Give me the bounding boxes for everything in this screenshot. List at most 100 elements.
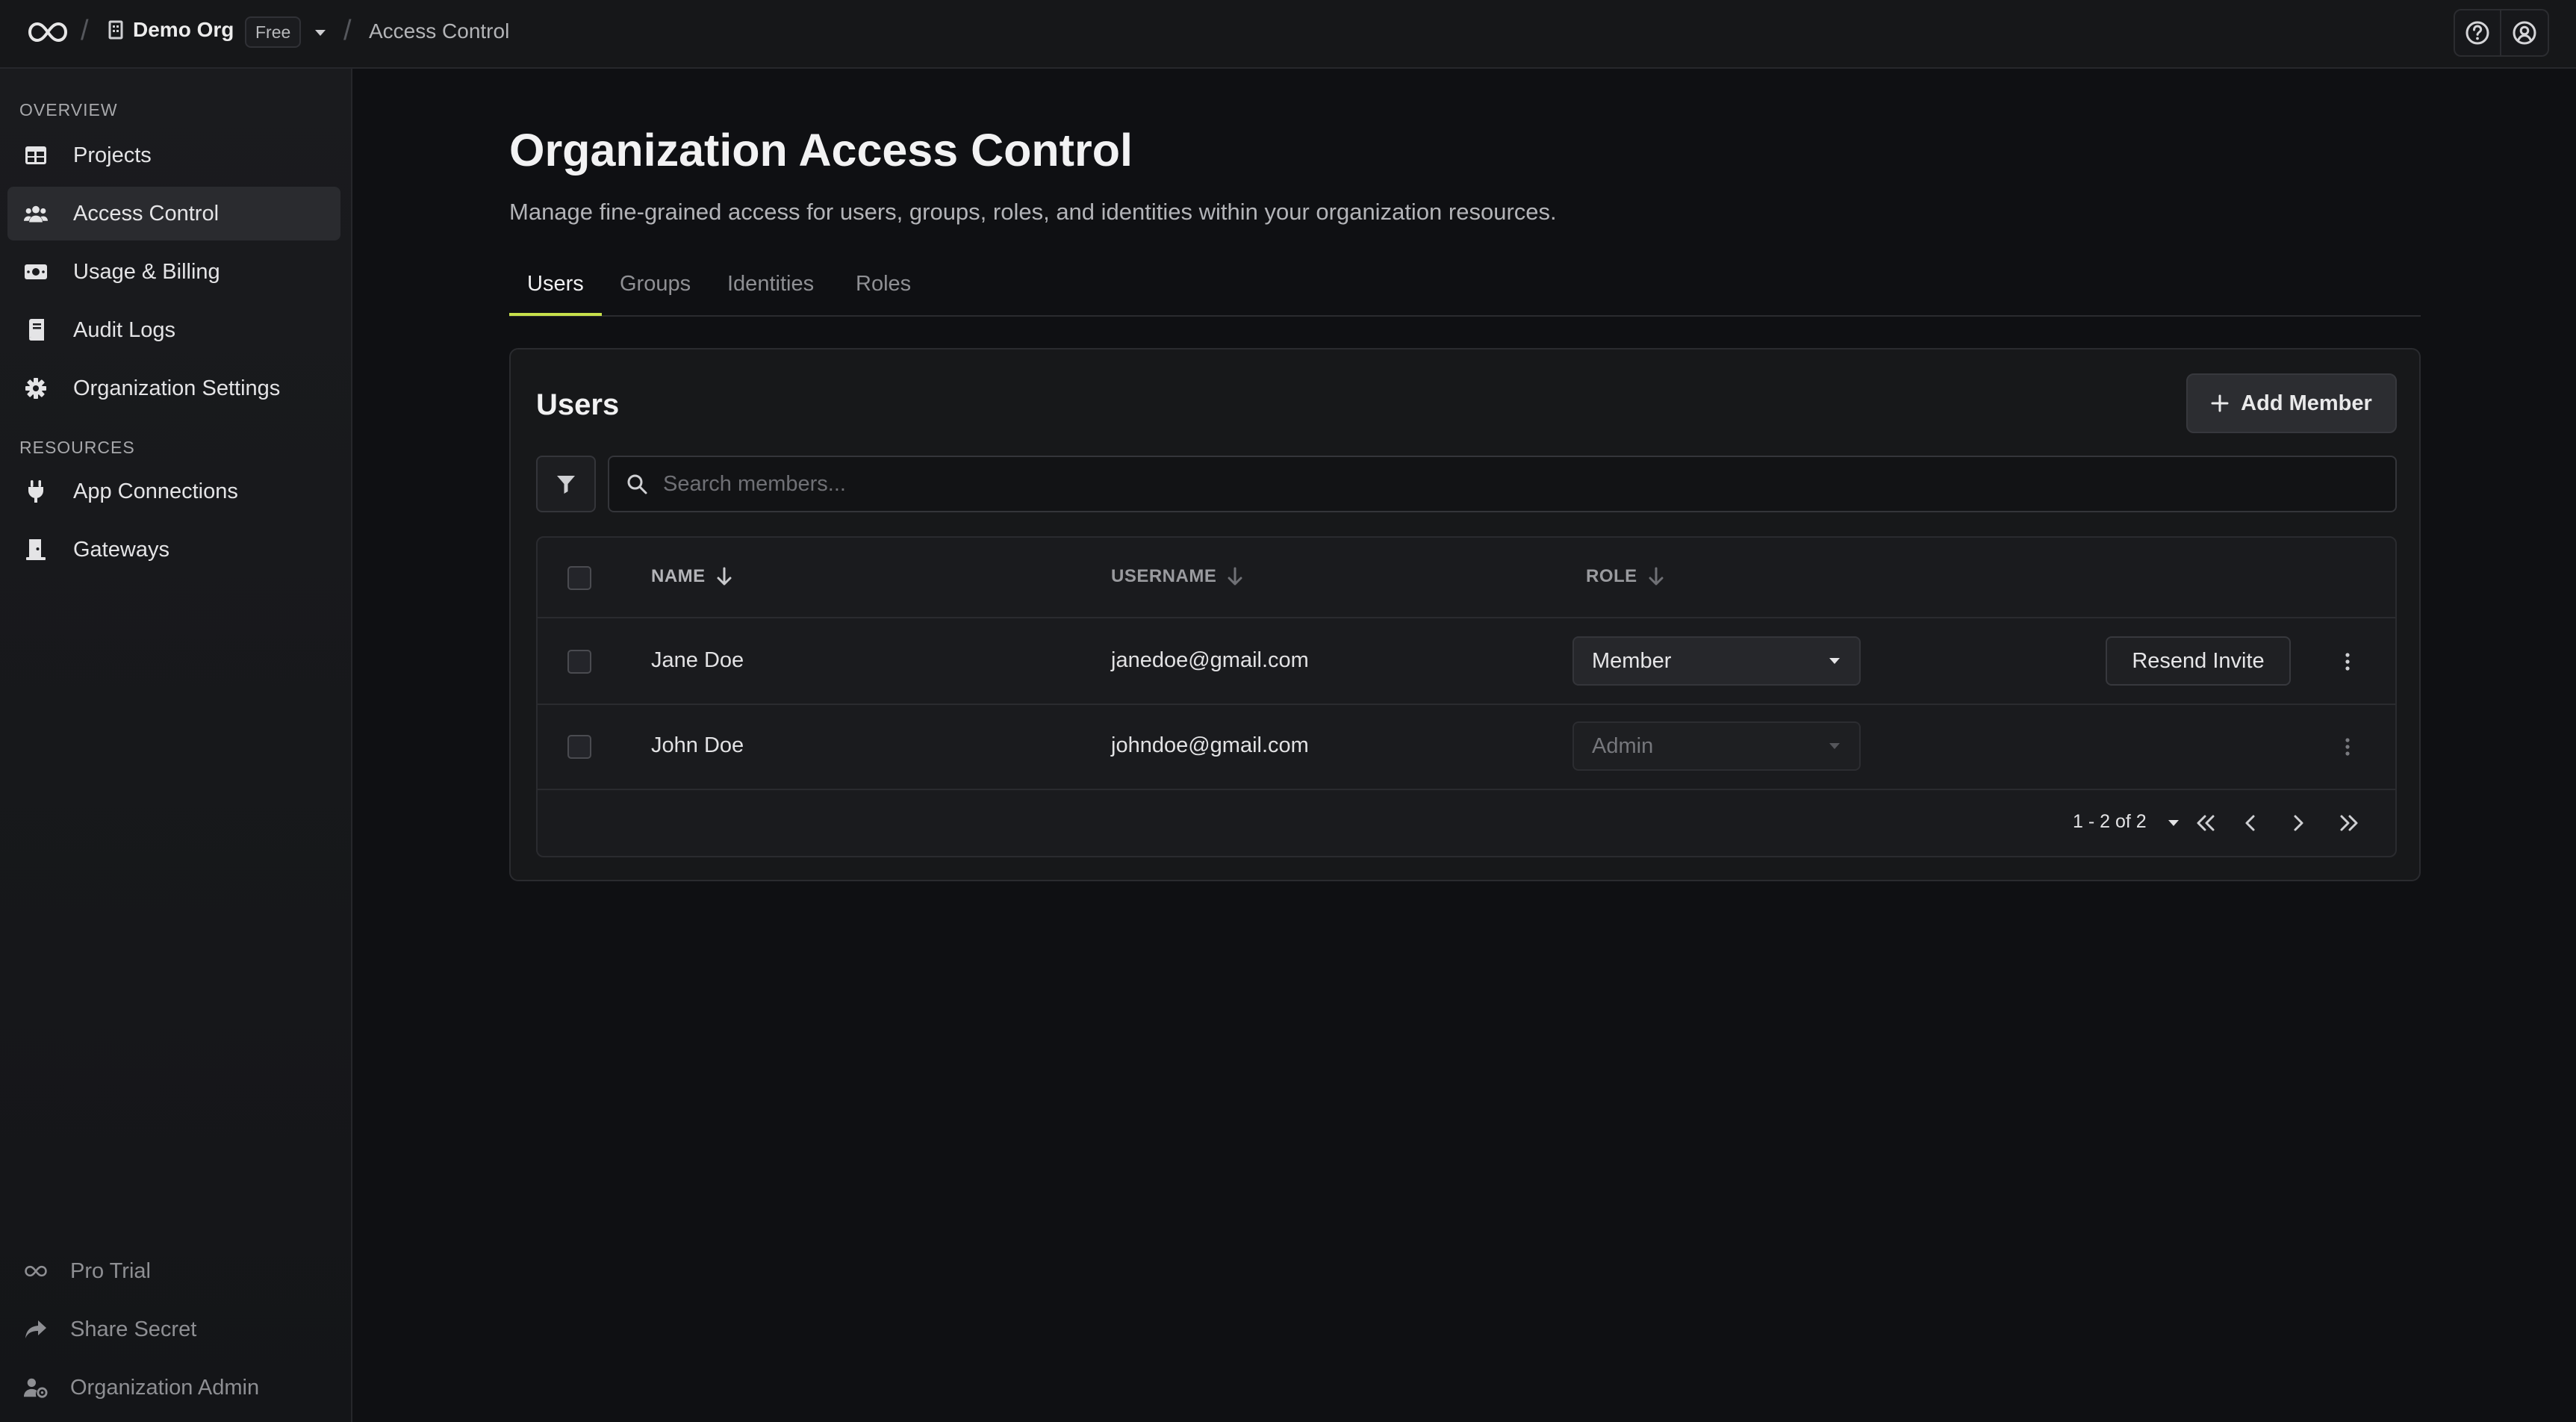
sidebar-item-label: Pro Trial bbox=[70, 1258, 151, 1283]
name-column-label: NAME bbox=[651, 566, 706, 586]
table-header: NAME USERNAME ROLE bbox=[538, 538, 2395, 618]
role-column-label: ROLE bbox=[1586, 566, 1637, 586]
sidebar-section-resources: RESOURCES bbox=[19, 438, 135, 457]
tab-roles[interactable]: Roles bbox=[856, 272, 911, 296]
last-page-icon[interactable] bbox=[2331, 805, 2367, 841]
user-name: John Doe bbox=[651, 733, 744, 757]
sidebar: OVERVIEW Projects Access Control Usage &… bbox=[0, 69, 352, 1422]
row-checkbox[interactable] bbox=[567, 650, 591, 674]
username-column-label: USERNAME bbox=[1111, 566, 1217, 586]
resend-invite-button[interactable]: Resend Invite bbox=[2106, 636, 2291, 686]
users-table: NAME USERNAME ROLE Jane Doe janedoe@gmai… bbox=[536, 536, 2397, 857]
tab-bar: Users Groups Identities Roles bbox=[509, 264, 2421, 317]
table-row[interactable]: John Doe johndoe@gmail.com Admin bbox=[538, 705, 2395, 790]
users-icon bbox=[24, 202, 48, 226]
search-input[interactable] bbox=[663, 471, 2306, 497]
user-username: johndoe@gmail.com bbox=[1111, 733, 1309, 757]
sidebar-item-label: Share Secret bbox=[70, 1317, 197, 1341]
caret-down-icon[interactable] bbox=[314, 28, 327, 37]
sort-arrow-down-icon bbox=[716, 567, 732, 586]
book-icon bbox=[24, 318, 48, 342]
search-icon bbox=[626, 473, 648, 495]
user-username: janedoe@gmail.com bbox=[1111, 648, 1309, 672]
sidebar-item-pro-trial[interactable]: Pro Trial bbox=[7, 1244, 340, 1298]
page-subtitle: Manage fine-grained access for users, gr… bbox=[509, 199, 1557, 225]
sidebar-item-label: Audit Logs bbox=[73, 317, 176, 342]
name-column-header[interactable]: NAME bbox=[651, 566, 732, 587]
sidebar-item-label: Gateways bbox=[73, 537, 169, 562]
role-select-value: Admin bbox=[1592, 733, 1654, 758]
role-column-header[interactable]: ROLE bbox=[1586, 566, 1664, 587]
gear-icon bbox=[24, 376, 48, 400]
tab-groups[interactable]: Groups bbox=[620, 272, 691, 296]
first-page-icon[interactable] bbox=[2188, 805, 2224, 841]
breadcrumb-current-page[interactable]: Access Control bbox=[369, 19, 509, 43]
infinity-logo-icon[interactable] bbox=[27, 21, 69, 43]
add-member-button[interactable]: Add Member bbox=[2186, 373, 2397, 433]
filter-button[interactable] bbox=[536, 456, 596, 512]
caret-down-icon bbox=[1828, 742, 1841, 751]
add-member-label: Add Member bbox=[2241, 391, 2372, 415]
sidebar-item-label: Organization Admin bbox=[70, 1375, 260, 1400]
top-bar: / Demo Org Free / Access Control bbox=[0, 0, 2576, 69]
sidebar-item-share-secret[interactable]: Share Secret bbox=[7, 1303, 340, 1356]
page-title: Organization Access Control bbox=[509, 125, 1133, 176]
share-icon bbox=[24, 1317, 48, 1341]
table-row[interactable]: Jane Doe janedoe@gmail.com Member Resend… bbox=[538, 620, 2395, 705]
breadcrumb-separator: / bbox=[343, 15, 352, 46]
role-select-value: Member bbox=[1592, 648, 1672, 673]
building-icon bbox=[108, 20, 124, 40]
role-select[interactable]: Member bbox=[1572, 636, 1861, 686]
sidebar-item-audit-logs[interactable]: Audit Logs bbox=[7, 303, 340, 357]
sidebar-item-usage-billing[interactable]: Usage & Billing bbox=[7, 245, 340, 299]
money-icon bbox=[24, 260, 48, 284]
sidebar-item-label: Usage & Billing bbox=[73, 259, 220, 284]
plan-badge: Free bbox=[245, 16, 302, 48]
plug-icon bbox=[24, 479, 48, 503]
org-switcher[interactable]: Demo Org bbox=[108, 18, 234, 42]
user-circle-icon bbox=[2512, 20, 2537, 46]
caret-down-icon bbox=[1828, 656, 1841, 665]
sidebar-item-label: Organization Settings bbox=[73, 376, 281, 400]
sidebar-section-overview: OVERVIEW bbox=[19, 100, 118, 119]
sidebar-item-gateways[interactable]: Gateways bbox=[7, 523, 340, 577]
select-all-checkbox[interactable] bbox=[567, 566, 591, 590]
row-checkbox[interactable] bbox=[567, 735, 591, 759]
pagination-range[interactable]: 1 - 2 of 2 bbox=[2073, 811, 2147, 833]
table-icon bbox=[24, 143, 48, 167]
sort-arrow-down-icon bbox=[1648, 567, 1664, 586]
previous-page-icon[interactable] bbox=[2233, 805, 2268, 841]
user-name: Jane Doe bbox=[651, 648, 744, 672]
filter-icon bbox=[556, 474, 576, 494]
sidebar-item-app-connections[interactable]: App Connections bbox=[7, 465, 340, 518]
card-title: Users bbox=[536, 388, 620, 421]
tab-users[interactable]: Users bbox=[527, 272, 584, 296]
infinity-icon bbox=[24, 1259, 48, 1283]
breadcrumb-separator: / bbox=[81, 15, 89, 46]
username-column-header[interactable]: USERNAME bbox=[1111, 566, 1243, 587]
sidebar-item-projects[interactable]: Projects bbox=[7, 128, 340, 182]
help-button[interactable] bbox=[2454, 9, 2501, 57]
active-tab-indicator bbox=[509, 313, 602, 316]
role-select: Admin bbox=[1572, 721, 1861, 771]
question-circle-icon bbox=[2465, 20, 2490, 46]
users-card: Users Add Member NAME USERNAME bbox=[509, 348, 2421, 881]
sidebar-item-access-control[interactable]: Access Control bbox=[7, 187, 340, 240]
next-page-icon[interactable] bbox=[2280, 805, 2316, 841]
org-name: Demo Org bbox=[133, 18, 234, 41]
sidebar-item-label: Projects bbox=[73, 143, 152, 167]
tab-identities[interactable]: Identities bbox=[727, 272, 814, 296]
sidebar-item-label: Access Control bbox=[73, 201, 220, 226]
pagination: 1 - 2 of 2 bbox=[538, 789, 2395, 856]
sort-arrow-down-icon bbox=[1227, 567, 1243, 586]
sidebar-item-organization-settings[interactable]: Organization Settings bbox=[7, 361, 340, 415]
user-gear-icon bbox=[24, 1376, 48, 1400]
more-options-icon[interactable] bbox=[2333, 647, 2362, 677]
page-size-caret-down-icon[interactable] bbox=[2167, 819, 2180, 828]
sidebar-item-organization-admin[interactable]: Organization Admin bbox=[7, 1361, 340, 1415]
gateway-icon bbox=[24, 538, 48, 562]
search-field[interactable] bbox=[608, 456, 2397, 512]
sidebar-item-label: App Connections bbox=[73, 479, 238, 503]
more-options-icon[interactable] bbox=[2333, 732, 2362, 762]
account-button[interactable] bbox=[2501, 9, 2549, 57]
